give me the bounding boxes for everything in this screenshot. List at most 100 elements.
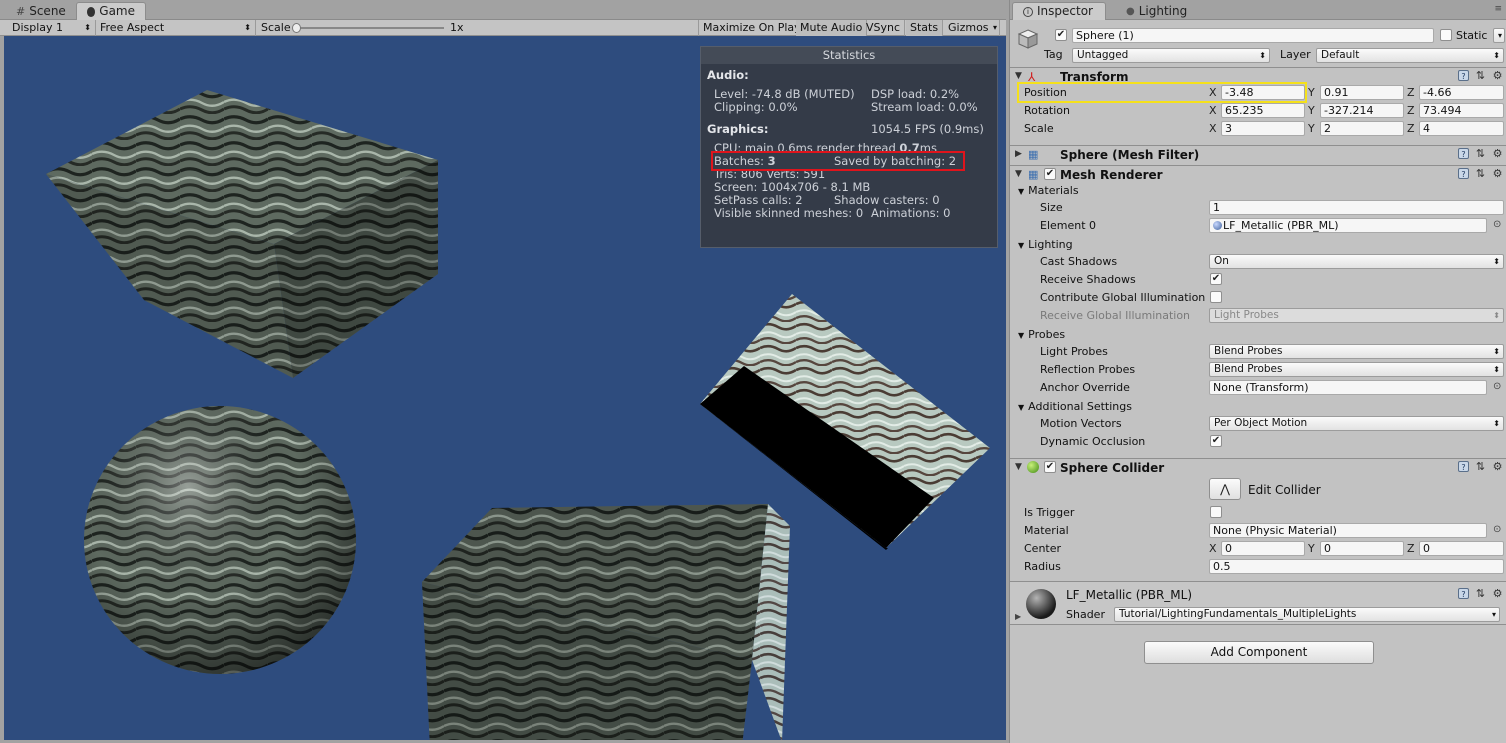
is-trigger-checkbox[interactable] <box>1210 506 1222 518</box>
help-book-icon[interactable]: ? <box>1458 461 1469 472</box>
rotation-x-field[interactable]: 65.235 <box>1221 103 1305 118</box>
object-picker-icon[interactable]: ⊙ <box>1493 381 1501 392</box>
materials-size-field[interactable]: 1 <box>1209 200 1504 215</box>
position-z-label: Z <box>1407 86 1415 99</box>
display-dropdown[interactable]: Display 1 ⬍ <box>8 20 96 36</box>
info-icon: i <box>1023 6 1033 17</box>
sphere-collider-header[interactable]: ▼ ✔ Sphere Collider ? ⇅ ⚙ <box>1010 458 1506 476</box>
settings-gear-icon[interactable]: ⚙ <box>1492 70 1503 81</box>
edit-collider-button[interactable]: ⋀ <box>1209 478 1241 500</box>
center-z-field[interactable]: 0 <box>1419 541 1504 556</box>
layer-dropdown[interactable]: Default ⬍ <box>1316 48 1504 63</box>
fps-readout: 1054.5 FPS (0.9ms) <box>871 122 984 136</box>
fold-arrow-icon[interactable]: ▶ <box>1015 149 1022 159</box>
reflection-probes-dropdown[interactable]: Blend Probes ⬍ <box>1209 362 1504 377</box>
radius-field[interactable]: 0.5 <box>1209 559 1504 574</box>
vsync-button[interactable]: VSync <box>862 20 906 36</box>
motion-vectors-dropdown[interactable]: Per Object Motion ⬍ <box>1209 416 1504 431</box>
material-sphere-icon <box>1213 221 1222 230</box>
settings-gear-icon[interactable]: ⚙ <box>1492 461 1503 472</box>
tag-dropdown[interactable]: Untagged ⬍ <box>1072 48 1270 63</box>
tab-inspector[interactable]: i Inspector <box>1012 2 1106 20</box>
materials-foldout[interactable]: ▼ Materials <box>1018 184 1079 199</box>
position-z-field[interactable]: -4.66 <box>1419 85 1504 100</box>
edit-collider-label: Edit Collider <box>1248 483 1321 497</box>
stream-load: Stream load: 0.0% <box>871 100 978 114</box>
mute-audio-button[interactable]: Mute Audio <box>796 20 868 36</box>
tab-game[interactable]: Game <box>76 2 146 20</box>
preset-icon[interactable]: ⇅ <box>1475 168 1486 179</box>
probes-foldout[interactable]: ▼ Probes <box>1018 328 1065 343</box>
tab-lighting[interactable]: ● Lighting <box>1116 2 1197 20</box>
center-y-field[interactable]: 0 <box>1320 541 1404 556</box>
position-y-field[interactable]: 0.91 <box>1320 85 1404 100</box>
stats-button[interactable]: Stats <box>906 20 944 36</box>
collider-material-field[interactable]: None (Physic Material) <box>1209 523 1487 538</box>
additional-settings-foldout[interactable]: ▼ Additional Settings <box>1018 400 1132 415</box>
mesh-renderer-enabled-checkbox[interactable]: ✔ <box>1044 168 1056 180</box>
maximize-on-play-button[interactable]: Maximize On Play <box>698 20 806 36</box>
fold-arrow-icon[interactable]: ▼ <box>1015 71 1022 81</box>
scale-label: Scale <box>261 21 291 34</box>
preset-icon[interactable]: ⇅ <box>1475 588 1486 599</box>
scale-z-field[interactable]: 4 <box>1419 121 1504 136</box>
object-name-field[interactable]: Sphere (1) <box>1072 28 1434 43</box>
help-book-icon[interactable]: ? <box>1458 70 1469 81</box>
help-book-icon[interactable]: ? <box>1458 168 1469 179</box>
statistics-panel: Statistics Audio: Level: -74.8 dB (MUTED… <box>700 46 998 248</box>
center-x-field[interactable]: 0 <box>1221 541 1305 556</box>
object-active-checkbox[interactable]: ✔ <box>1055 29 1067 41</box>
material-fold-arrow-icon[interactable]: ▶ <box>1015 612 1021 621</box>
object-picker-icon[interactable]: ⊙ <box>1493 219 1501 230</box>
fold-arrow-icon[interactable]: ▼ <box>1015 462 1022 472</box>
preset-icon[interactable]: ⇅ <box>1475 70 1486 81</box>
material-name: LF_Metallic (PBR_ML) <box>1066 588 1193 602</box>
anchor-override-field[interactable]: None (Transform) <box>1209 380 1487 395</box>
scale-y-field[interactable]: 2 <box>1320 121 1404 136</box>
static-checkbox[interactable] <box>1440 29 1452 41</box>
shader-label: Shader <box>1066 608 1105 621</box>
tab-scene[interactable]: # Scene <box>6 2 76 20</box>
light-probes-dropdown[interactable]: Blend Probes ⬍ <box>1209 344 1504 359</box>
collider-sphere-icon <box>1027 461 1039 473</box>
receive-shadows-checkbox[interactable]: ✔ <box>1210 273 1222 285</box>
settings-gear-icon[interactable]: ⚙ <box>1492 588 1503 599</box>
scale-slider-thumb[interactable] <box>292 23 301 33</box>
game-viewport[interactable]: Statistics Audio: Level: -74.8 dB (MUTED… <box>4 36 1006 740</box>
mesh-renderer-icon: ▦ <box>1028 168 1039 181</box>
inspector-menu-icon[interactable]: ≡ <box>1494 4 1502 14</box>
lighting-foldout[interactable]: ▼ Lighting <box>1018 238 1073 253</box>
cast-shadows-dropdown[interactable]: On ⬍ <box>1209 254 1504 269</box>
object-picker-icon[interactable]: ⊙ <box>1493 524 1501 535</box>
fold-arrow-icon[interactable]: ▼ <box>1015 169 1022 179</box>
static-dropdown-arrow[interactable]: ▾ <box>1493 28 1505 43</box>
center-label: Center <box>1024 542 1062 555</box>
audio-clipping: Clipping: 0.0% <box>714 100 798 114</box>
rotation-y-field[interactable]: -327.214 <box>1320 103 1404 118</box>
animations-count: Animations: 0 <box>871 206 951 220</box>
preset-icon[interactable]: ⇅ <box>1475 461 1486 472</box>
scale-x-field[interactable]: 3 <box>1221 121 1305 136</box>
rotation-label: Rotation <box>1024 104 1071 117</box>
settings-gear-icon[interactable]: ⚙ <box>1492 148 1503 159</box>
help-book-icon[interactable]: ? <box>1458 588 1469 599</box>
preset-icon[interactable]: ⇅ <box>1475 148 1486 159</box>
material-section: LF_Metallic (PBR_ML) Shader Tutorial/Lig… <box>1010 581 1506 625</box>
settings-gear-icon[interactable]: ⚙ <box>1492 168 1503 179</box>
motion-vectors-label: Motion Vectors <box>1040 417 1122 430</box>
mesh-filter-header[interactable]: ▶ ▦ Sphere (Mesh Filter) ? ⇅ ⚙ <box>1010 145 1506 163</box>
sphere-collider-enabled-checkbox[interactable]: ✔ <box>1044 461 1056 473</box>
scale-slider-track[interactable] <box>296 27 444 29</box>
help-book-icon[interactable]: ? <box>1458 148 1469 159</box>
rotation-y-label: Y <box>1308 104 1315 117</box>
mesh-renderer-header[interactable]: ▼ ▦ ✔ Mesh Renderer ? ⇅ ⚙ <box>1010 165 1506 183</box>
rotation-z-field[interactable]: 73.494 <box>1419 103 1504 118</box>
aspect-dropdown[interactable]: Free Aspect ⬍ <box>96 20 256 36</box>
contribute-gi-checkbox[interactable] <box>1210 291 1222 303</box>
dynamic-occlusion-checkbox[interactable]: ✔ <box>1210 435 1222 447</box>
gizmos-button[interactable]: Gizmos ▾ <box>944 20 1000 36</box>
dynamic-occlusion-label: Dynamic Occlusion <box>1040 435 1146 448</box>
element0-field[interactable]: LF_Metallic (PBR_ML) <box>1209 218 1487 233</box>
shader-dropdown[interactable]: Tutorial/LightingFundamentals_MultipleLi… <box>1114 607 1500 622</box>
add-component-button[interactable]: Add Component <box>1144 641 1374 664</box>
